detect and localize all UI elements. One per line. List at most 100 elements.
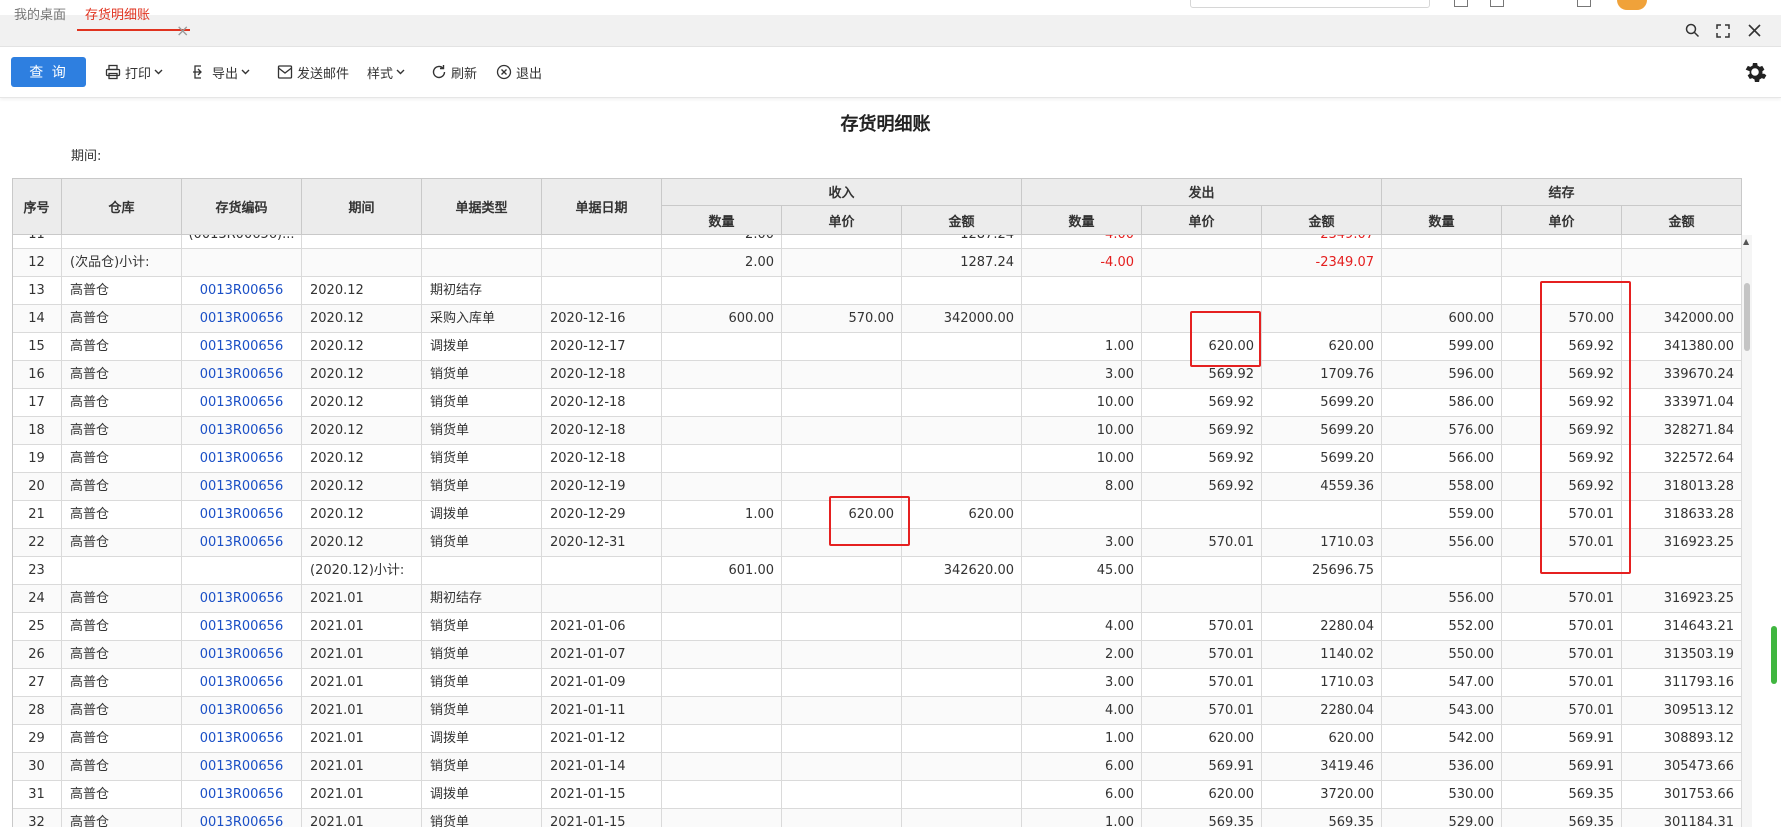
cell-code[interactable]: 0013R00656 [182, 417, 302, 444]
cell-code[interactable]: 0013R00656 [182, 389, 302, 416]
header-out-amount[interactable]: 金额 [1262, 206, 1382, 235]
cell-code[interactable]: 0013R00656 [182, 641, 302, 668]
scroll-up-icon[interactable]: ▲ [1743, 237, 1749, 246]
table-row[interactable]: 19 高普仓 0013R00656 2020.12 销货单 2020-12-18 10.00… [12, 445, 1742, 473]
cell-code[interactable]: 0013R00656 [182, 473, 302, 500]
cell-code[interactable]: 0013R00656 [182, 585, 302, 612]
scrollbar-thumb[interactable] [1744, 283, 1750, 351]
cell-in-price [782, 389, 902, 416]
header-out-price[interactable]: 单价 [1142, 206, 1262, 235]
table-row[interactable]: 26 高普仓 0013R00656 2021.01 销货单 2021-01-07 2.00 5… [12, 641, 1742, 669]
app-icon[interactable] [1490, 0, 1504, 7]
cell-wh: 高普仓 [62, 445, 182, 472]
table-row[interactable]: 12 (次品仓)小计: 2.00 1287.24 -4.00 -2349.07 [12, 249, 1742, 277]
cell-seq: 27 [12, 669, 62, 696]
header-inventory-code[interactable]: 存货编码 [182, 178, 302, 235]
table-row[interactable]: 32 高普仓 0013R00656 2021.01 销货单 2021-01-15 1.00 5… [12, 809, 1742, 827]
cell-code[interactable]: 0013R00656 [182, 305, 302, 332]
table-vertical-scrollbar[interactable]: ▲ [1742, 235, 1752, 827]
cell-code[interactable]: 0013R00656 [182, 445, 302, 472]
cell-code[interactable]: 0013R00656 [182, 809, 302, 827]
cell-code[interactable]: 0013R00656 [182, 529, 302, 556]
cell-in-qty: 2.00 [662, 235, 782, 248]
cell-in-qty [662, 417, 782, 444]
header-warehouse[interactable]: 仓库 [62, 178, 182, 235]
cell-bal-amt: 305473.66 [1622, 753, 1742, 780]
cell-out-qty [1022, 501, 1142, 528]
search-icon[interactable] [1677, 15, 1707, 46]
print-button[interactable]: 打印 [105, 47, 167, 97]
table-row[interactable]: 17 高普仓 0013R00656 2020.12 销货单 2020-12-18 10.00… [12, 389, 1742, 417]
cell-out-qty [1022, 305, 1142, 332]
table-row[interactable]: 27 高普仓 0013R00656 2021.01 销货单 2021-01-09 3.00 5… [12, 669, 1742, 697]
tab-inventory-ledger[interactable]: 存货明细账 [76, 0, 191, 31]
style-button[interactable]: 样式 [367, 47, 409, 97]
cell-code[interactable]: 0013R00656 [182, 333, 302, 360]
cell-code[interactable]: (0013R00656)... [182, 235, 302, 248]
tab-my-desktop[interactable]: 我的桌面 [14, 0, 66, 31]
cell-code[interactable]: 0013R00656 [182, 753, 302, 780]
cell-out-price [1142, 305, 1262, 332]
table-row[interactable]: 23 (2020.12)小计: 601.00 342620.00 45.00 25696.… [12, 557, 1742, 585]
header-bal-amount[interactable]: 金额 [1622, 206, 1742, 235]
cell-code[interactable]: 0013R00656 [182, 697, 302, 724]
table-row[interactable]: 18 高普仓 0013R00656 2020.12 销货单 2020-12-18 10.00… [12, 417, 1742, 445]
table-row[interactable]: 28 高普仓 0013R00656 2021.01 销货单 2021-01-11 4.00 5… [12, 697, 1742, 725]
cell-in-qty [662, 473, 782, 500]
table-row[interactable]: 24 高普仓 0013R00656 2021.01 期初结存 556.00 570.01 31… [12, 585, 1742, 613]
cell-code[interactable]: 0013R00656 [182, 501, 302, 528]
cell-code[interactable]: 0013R00656 [182, 725, 302, 752]
cell-bal-amt [1622, 249, 1742, 276]
table-row[interactable]: 22 高普仓 0013R00656 2020.12 销货单 2020-12-31 3.00 5… [12, 529, 1742, 557]
header-in-amount[interactable]: 金额 [902, 206, 1022, 235]
table-row[interactable]: 29 高普仓 0013R00656 2021.01 调拨单 2021-01-12 1.00 6… [12, 725, 1742, 753]
table-row[interactable]: 13 高普仓 0013R00656 2020.12 期初结存 [12, 277, 1742, 305]
header-out-qty[interactable]: 数量 [1022, 206, 1142, 235]
header-doc-type[interactable]: 单据类型 [422, 178, 542, 235]
header-bal-price[interactable]: 单价 [1502, 206, 1622, 235]
global-search-box[interactable] [1190, 0, 1430, 8]
header-seq[interactable]: 序号 [12, 178, 62, 235]
refresh-button[interactable]: 刷新 [431, 47, 477, 97]
cell-bal-qty: 599.00 [1382, 333, 1502, 360]
cell-code[interactable]: 0013R00656 [182, 781, 302, 808]
table-row[interactable]: 14 高普仓 0013R00656 2020.12 采购入库单 2020-12-16 600… [12, 305, 1742, 333]
cell-type: 销货单 [422, 361, 542, 388]
header-doc-date[interactable]: 单据日期 [542, 178, 662, 235]
tab-close-icon[interactable]: × [176, 15, 189, 46]
cell-code[interactable]: 0013R00656 [182, 669, 302, 696]
header-bal-qty[interactable]: 数量 [1382, 206, 1502, 235]
table-row[interactable]: 31 高普仓 0013R00656 2021.01 调拨单 2021-01-15 6.00 6… [12, 781, 1742, 809]
header-in-qty[interactable]: 数量 [662, 206, 782, 235]
cell-in-qty [662, 753, 782, 780]
avatar[interactable] [1617, 0, 1647, 10]
cell-code[interactable]: 0013R00656 [182, 613, 302, 640]
table-row[interactable]: 15 高普仓 0013R00656 2020.12 调拨单 2020-12-17 1.00 6… [12, 333, 1742, 361]
table-row[interactable]: 25 高普仓 0013R00656 2021.01 销货单 2021-01-06 4.00 5… [12, 613, 1742, 641]
table-row[interactable]: 16 高普仓 0013R00656 2020.12 销货单 2020-12-18 3.00 5… [12, 361, 1742, 389]
cell-out-price [1142, 501, 1262, 528]
exit-button[interactable]: 退出 [496, 47, 542, 97]
app-icon[interactable] [1577, 0, 1591, 7]
table-row[interactable]: 20 高普仓 0013R00656 2020.12 销货单 2020-12-19 8.00 5… [12, 473, 1742, 501]
cell-code[interactable]: 0013R00656 [182, 361, 302, 388]
send-email-button[interactable]: 发送邮件 [277, 47, 349, 97]
cell-out-price: 569.91 [1142, 753, 1262, 780]
close-icon[interactable] [1739, 15, 1769, 46]
header-period[interactable]: 期间 [302, 178, 422, 235]
header-in-price[interactable]: 单价 [782, 206, 902, 235]
cell-code[interactable]: 0013R00656 [182, 277, 302, 304]
app-icon[interactable] [1454, 0, 1468, 7]
cell-seq: 15 [12, 333, 62, 360]
export-button[interactable]: 导出 [192, 47, 254, 97]
table-row[interactable]: 11 (0013R00656)... 2.00 1287.24-4.00 -2349.0… [12, 235, 1742, 249]
cell-bal-price: 570.01 [1502, 501, 1622, 528]
cell-bal-qty: 600.00 [1382, 305, 1502, 332]
page-scrollbar-thumb[interactable] [1771, 626, 1777, 684]
query-button[interactable]: 查 询 [11, 57, 86, 87]
table-row[interactable]: 21 高普仓 0013R00656 2020.12 调拨单 2020-12-29 1.00 6… [12, 501, 1742, 529]
table-row[interactable]: 30 高普仓 0013R00656 2021.01 销货单 2021-01-14 6.00 5… [12, 753, 1742, 781]
fullscreen-icon[interactable] [1708, 15, 1738, 46]
cell-bal-qty: 576.00 [1382, 417, 1502, 444]
gear-icon[interactable] [1742, 59, 1768, 85]
